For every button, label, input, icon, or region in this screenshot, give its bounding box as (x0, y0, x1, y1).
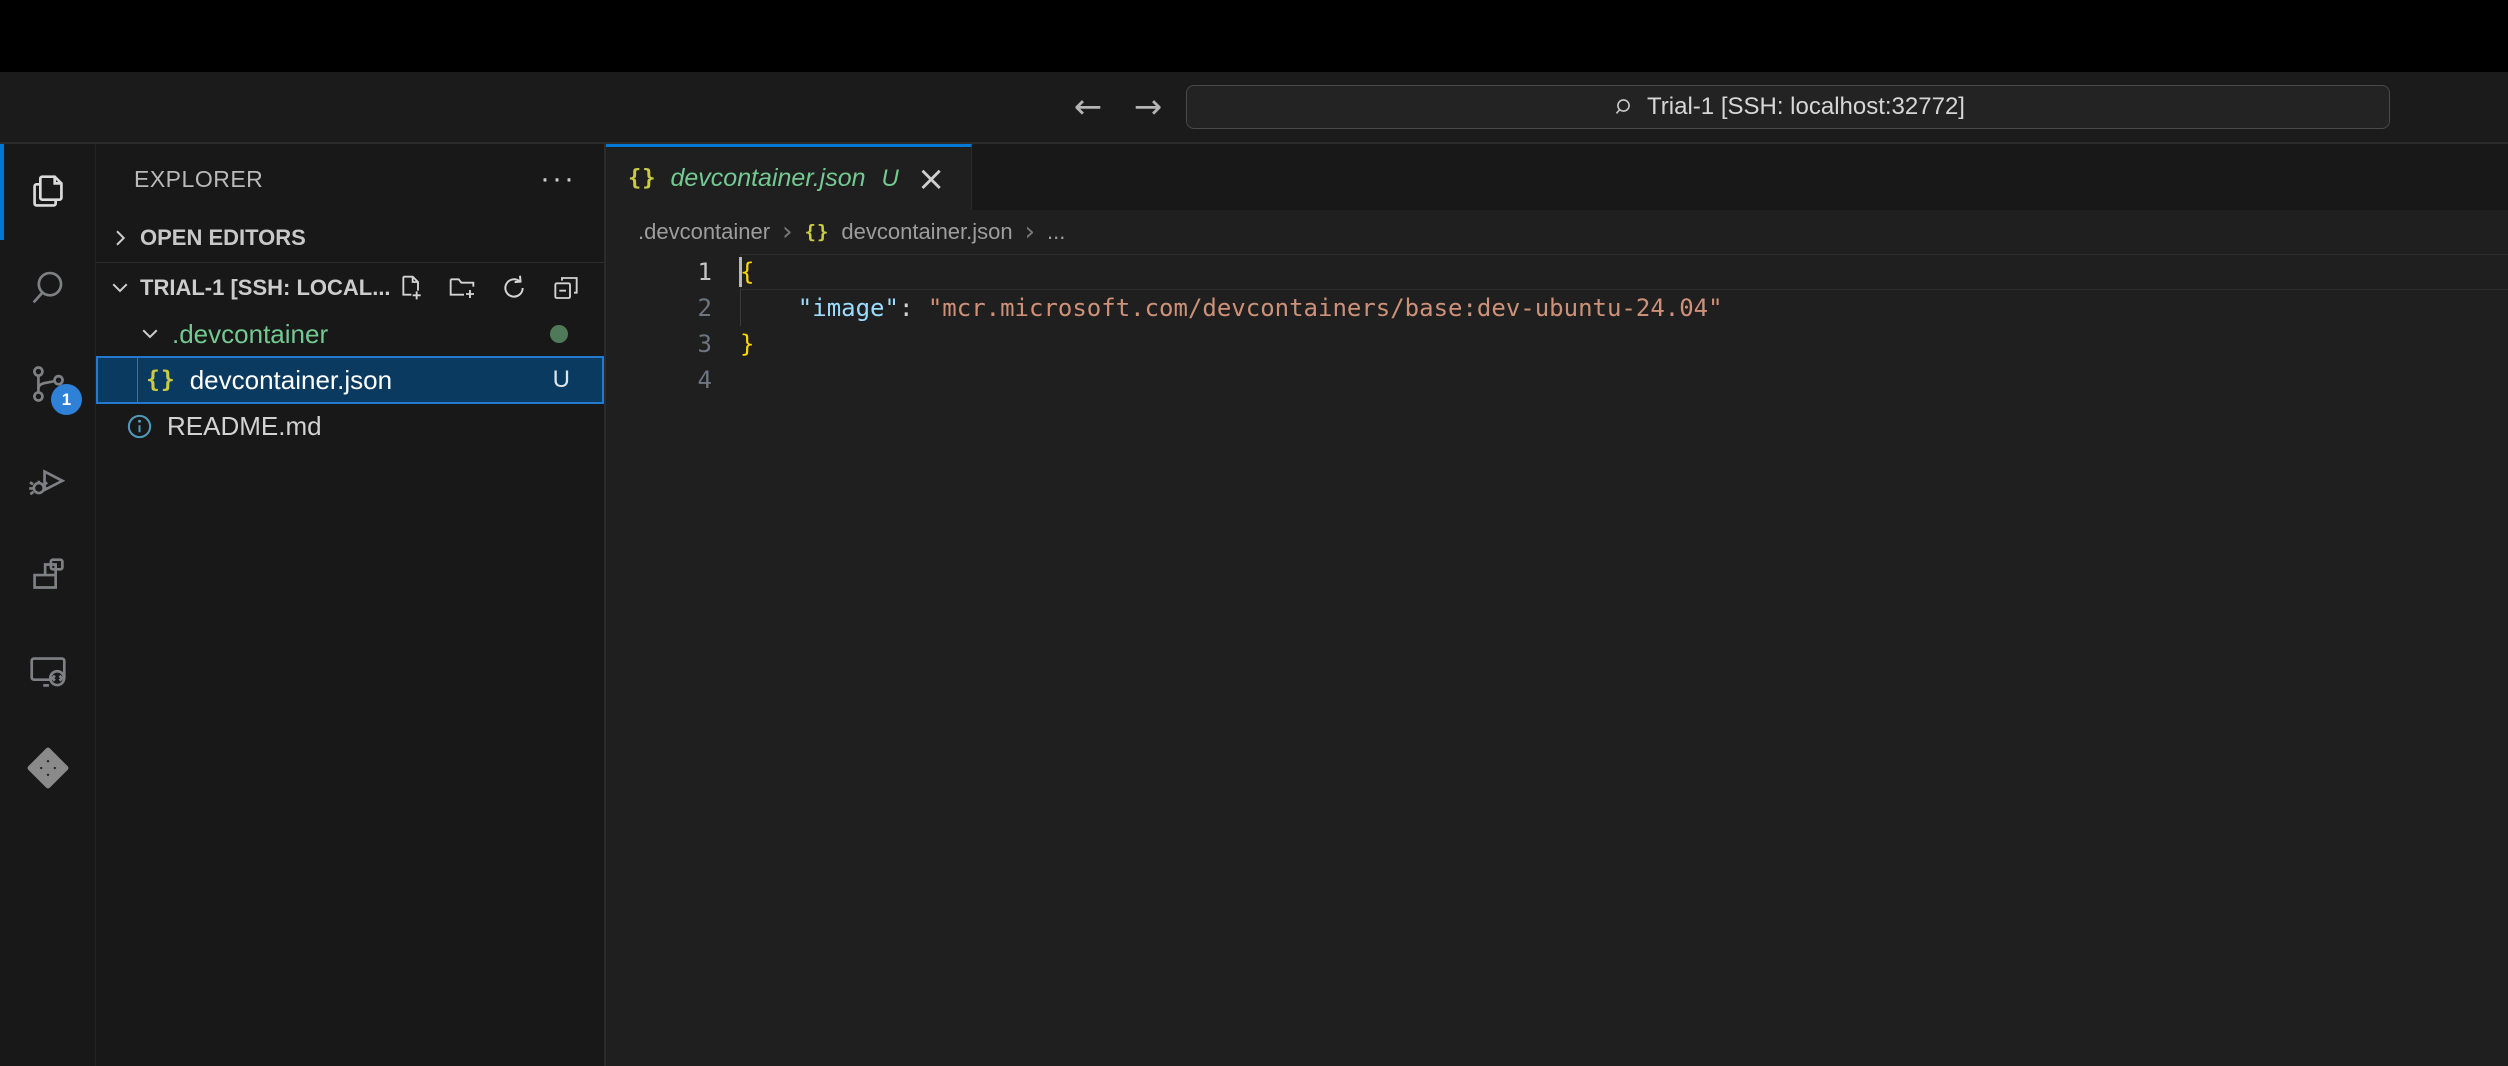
tab-label: devcontainer.json (671, 164, 866, 193)
tab-devcontainer-json[interactable]: {} devcontainer.json U × (606, 144, 972, 210)
code-line-3: 3 } (606, 326, 2508, 362)
tree-item-devcontainer-folder[interactable]: .devcontainer (96, 312, 604, 356)
info-icon (126, 413, 153, 440)
json-file-icon: {} (146, 367, 176, 393)
breadcrumb-separator: › (1025, 221, 1035, 243)
search-icon (1611, 95, 1635, 119)
sidebar-title-row: EXPLORER ··· (96, 144, 604, 214)
explorer-sidebar: EXPLORER ··· OPEN EDITORS TRIAL-1 [SSH: … (96, 144, 606, 1066)
nav-back-icon[interactable]: ← (1066, 72, 1110, 142)
diamond-grid-icon (24, 744, 72, 792)
title-bar: ← → Trial-1 [SSH: localhost:32772] (0, 72, 2508, 144)
code-line-2: 2 "image": "mcr.microsoft.com/devcontain… (606, 290, 2508, 326)
text-cursor (739, 257, 742, 287)
activitybar-search[interactable] (0, 240, 95, 336)
line-number: 4 (606, 366, 740, 394)
command-center-title: Trial-1 [SSH: localhost:32772] (1647, 93, 1965, 121)
new-folder-icon[interactable] (446, 272, 478, 304)
line-number: 2 (606, 294, 740, 322)
more-actions-icon[interactable]: ··· (540, 169, 576, 189)
remote-explorer-icon (25, 649, 71, 695)
code-token-key: "image" (798, 294, 899, 322)
workspace-section-label: TRIAL-1 [SSH: LOCAL... (140, 275, 391, 301)
indent-guide (740, 290, 741, 326)
files-icon (25, 169, 71, 215)
tab-strip: {} devcontainer.json U × (606, 144, 2508, 210)
extensions-icon (25, 553, 71, 599)
workspace-section-header[interactable]: TRIAL-1 [SSH: LOCAL... (96, 262, 604, 312)
line-number: 1 (606, 258, 740, 286)
search-icon (25, 265, 71, 311)
activitybar-containers[interactable] (0, 720, 95, 816)
activitybar-run-debug[interactable] (0, 432, 95, 528)
chevron-down-icon (138, 322, 162, 346)
json-file-icon: {} (628, 166, 657, 191)
code-editor[interactable]: 1 { 2 "image": "mcr.microsoft.com/devcon… (606, 254, 2508, 398)
file-name: devcontainer.json (190, 365, 392, 396)
refresh-icon[interactable] (498, 272, 530, 304)
collapse-all-icon[interactable] (550, 272, 582, 304)
tree-item-devcontainer-json[interactable]: {} devcontainer.json U (96, 356, 604, 404)
code-token-colon: : (899, 294, 928, 322)
breadcrumb-file[interactable]: devcontainer.json (841, 219, 1012, 245)
activitybar-explorer[interactable] (0, 144, 95, 240)
close-icon[interactable]: × (917, 164, 946, 194)
scm-changes-badge: 1 (51, 384, 82, 415)
tree-item-readme[interactable]: README.md (96, 404, 604, 448)
code-token-brace: } (740, 330, 754, 358)
explorer-toolbar (394, 272, 604, 304)
activitybar-extensions[interactable] (0, 528, 95, 624)
activitybar-source-control[interactable]: 1 (0, 336, 95, 432)
chevron-down-icon (108, 276, 132, 300)
open-editors-label: OPEN EDITORS (140, 225, 306, 251)
activitybar-remote-explorer[interactable] (0, 624, 95, 720)
code-line-4: 4 (606, 362, 2508, 398)
git-untracked-badge: U (553, 366, 570, 394)
new-file-icon[interactable] (394, 272, 426, 304)
breadcrumb-symbol-more[interactable]: ... (1047, 219, 1065, 245)
nav-forward-icon[interactable]: → (1126, 72, 1170, 142)
window-top-band (0, 0, 2508, 72)
code-line-1: 1 { (606, 254, 2508, 290)
editor-group: {} devcontainer.json U × .devcontainer ›… (606, 144, 2508, 1066)
tree-indent-guide (137, 358, 138, 402)
command-center[interactable]: Trial-1 [SSH: localhost:32772] (1186, 85, 2390, 129)
workbench: 1 (0, 144, 2508, 1066)
git-modified-dot (550, 325, 568, 343)
run-debug-icon (25, 457, 71, 503)
breadcrumb-separator: › (782, 221, 792, 243)
chevron-right-icon (108, 226, 132, 250)
sidebar-title: EXPLORER (134, 166, 263, 193)
tab-git-untracked-badge: U (882, 165, 899, 193)
folder-name: .devcontainer (172, 319, 328, 350)
code-token-string: "mcr.microsoft.com/devcontainers/base:de… (928, 294, 1723, 322)
code-token-brace: { (740, 258, 754, 286)
line-number: 3 (606, 330, 740, 358)
file-name: README.md (167, 411, 322, 442)
open-editors-section[interactable]: OPEN EDITORS (96, 214, 604, 262)
activity-bar: 1 (0, 144, 96, 1066)
breadcrumb-folder[interactable]: .devcontainer (638, 219, 770, 245)
code-token-indent (740, 294, 798, 322)
json-file-icon: {} (805, 221, 830, 243)
breadcrumb: .devcontainer › {} devcontainer.json › .… (606, 210, 2508, 254)
